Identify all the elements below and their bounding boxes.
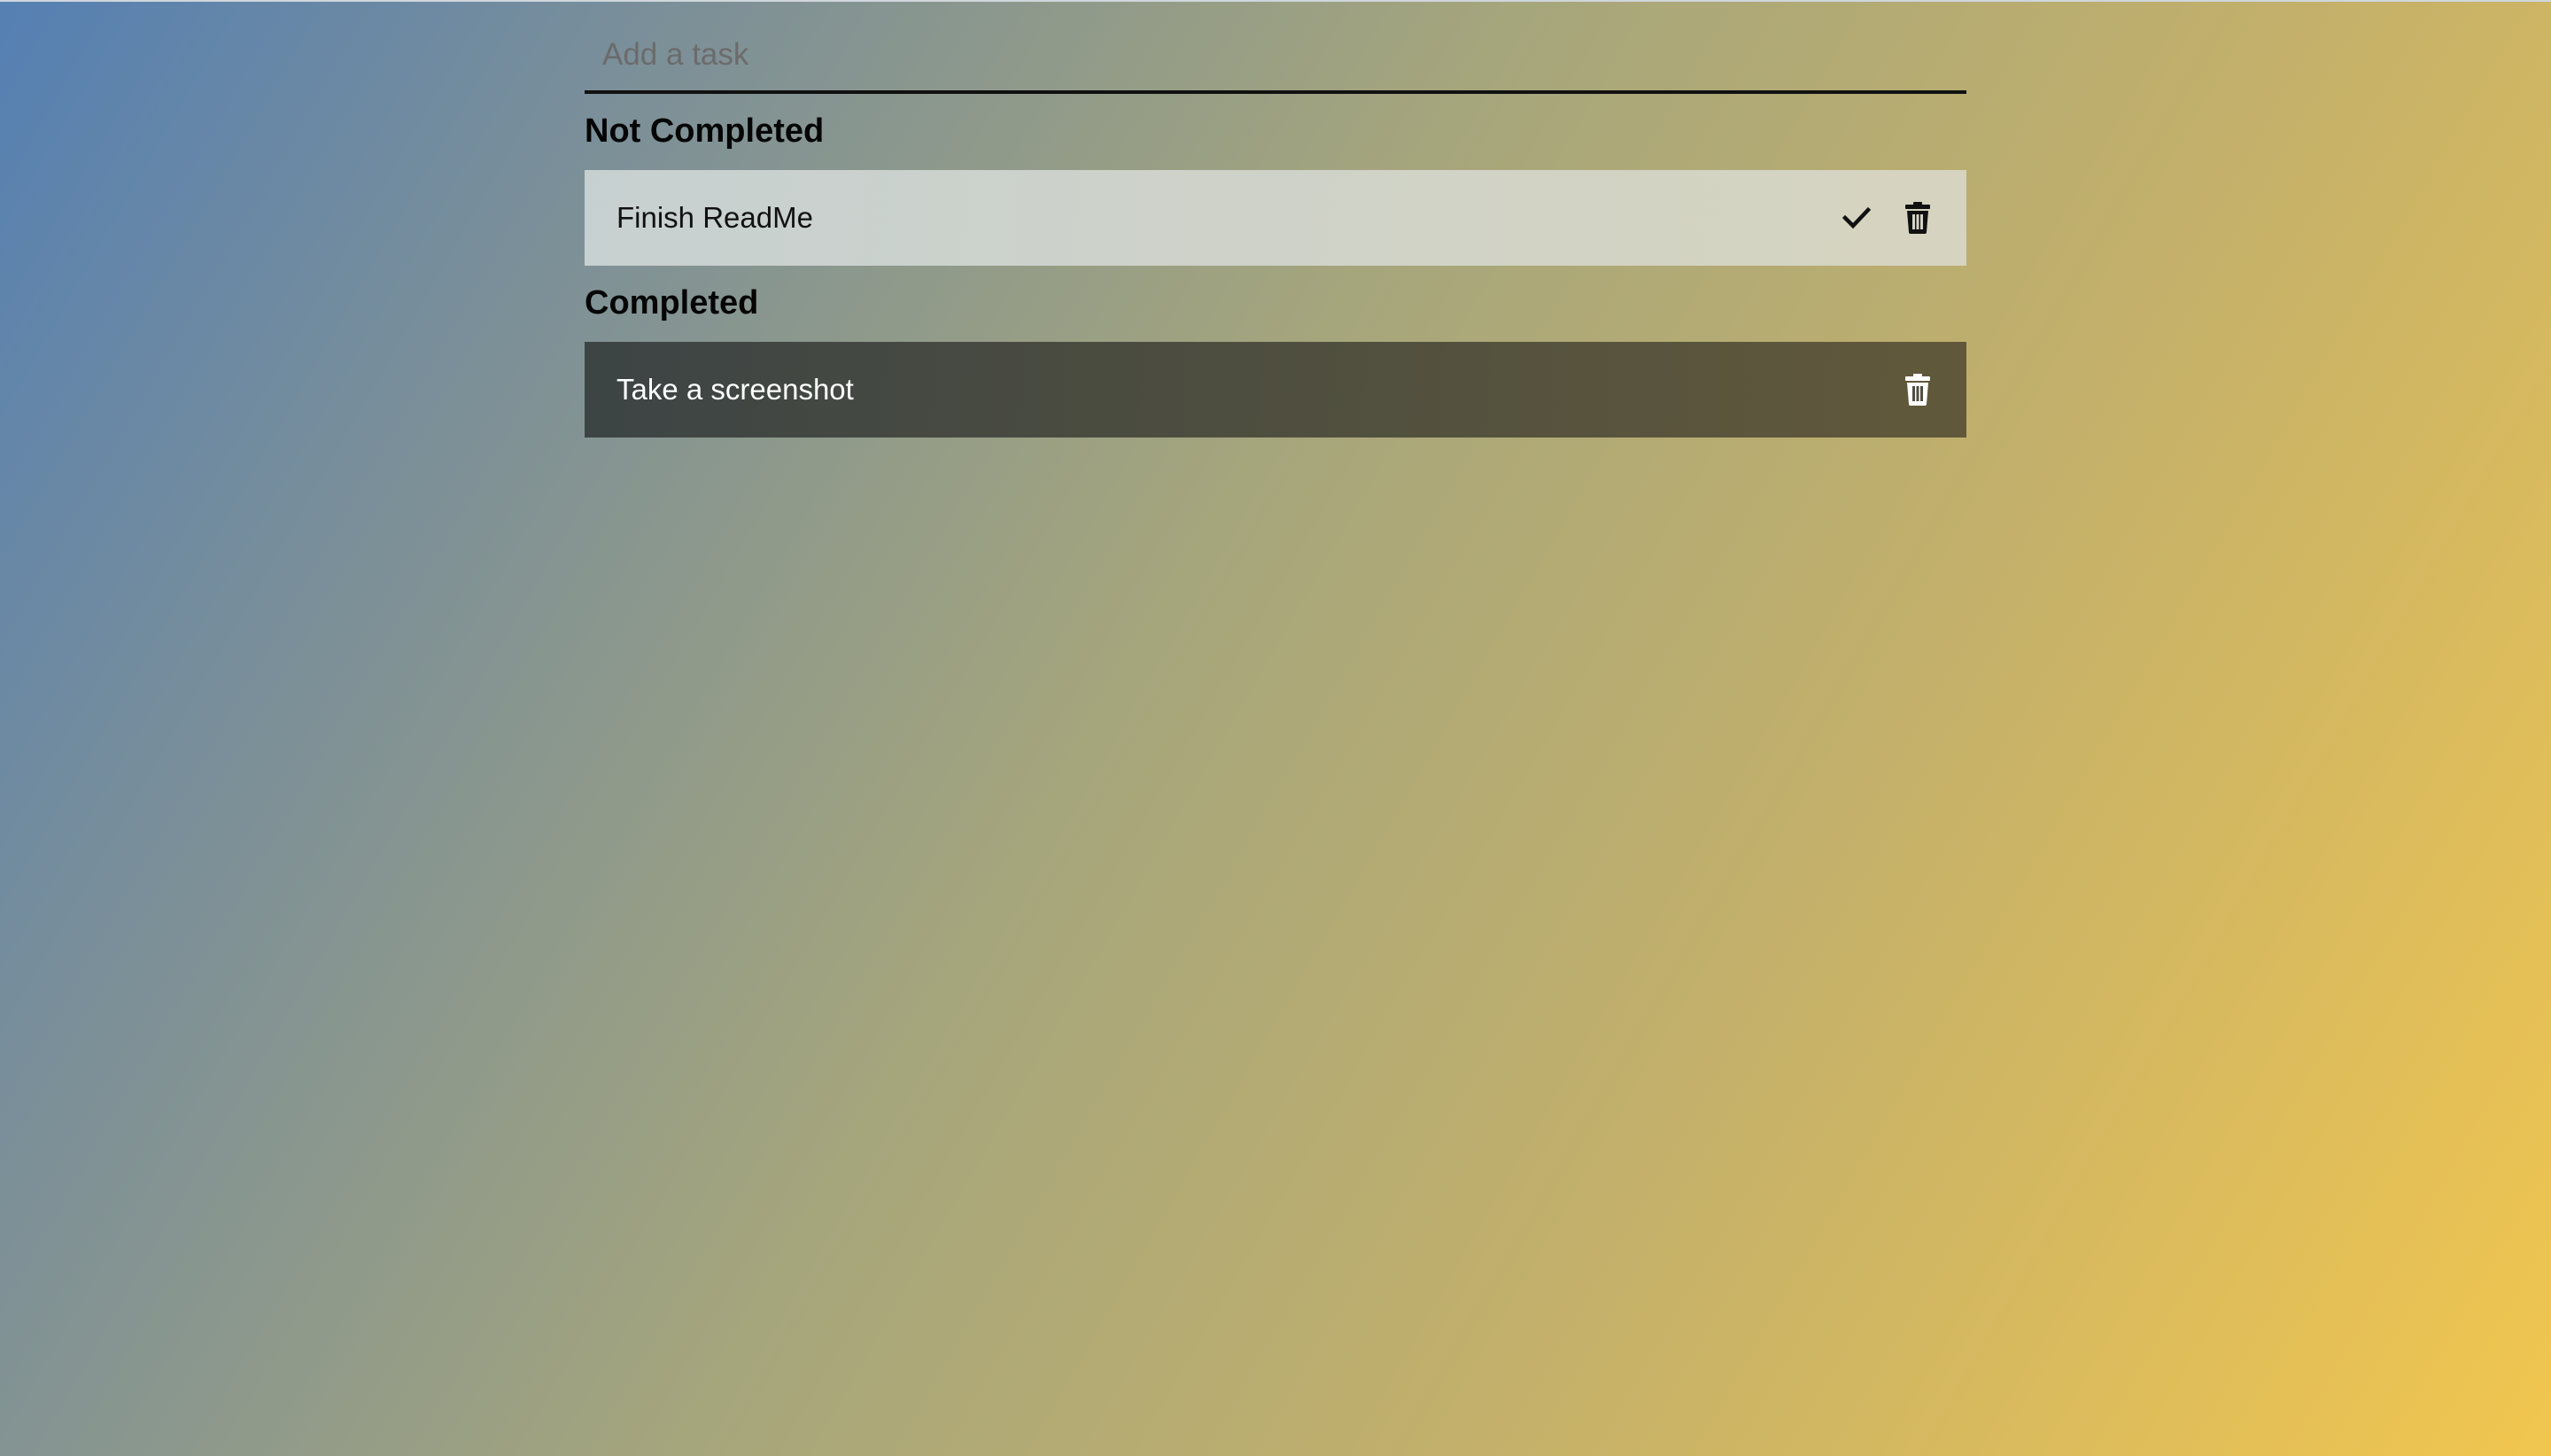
task-actions [1812, 200, 1935, 236]
trash-icon [1905, 202, 1930, 234]
task-item: Take a screenshot [585, 342, 1966, 438]
check-icon [1842, 206, 1871, 229]
task-text: Finish ReadMe [616, 201, 813, 234]
completed-heading: Completed [585, 284, 759, 321]
add-task-input[interactable] [585, 0, 1966, 94]
task-item: Finish ReadMe [585, 170, 1966, 266]
task-actions [1873, 372, 1935, 407]
trash-icon [1905, 374, 1930, 406]
completed-list: Take a screenshot [585, 342, 1966, 438]
task-text: Take a screenshot [616, 373, 854, 406]
not-completed-heading: Not Completed [585, 112, 825, 150]
complete-task-button[interactable] [1839, 200, 1874, 236]
todo-app: Not Completed Finish ReadMe [585, 0, 1966, 438]
not-completed-list: Finish ReadMe [585, 170, 1966, 266]
delete-task-button[interactable] [1900, 200, 1935, 236]
delete-task-button[interactable] [1900, 372, 1935, 407]
